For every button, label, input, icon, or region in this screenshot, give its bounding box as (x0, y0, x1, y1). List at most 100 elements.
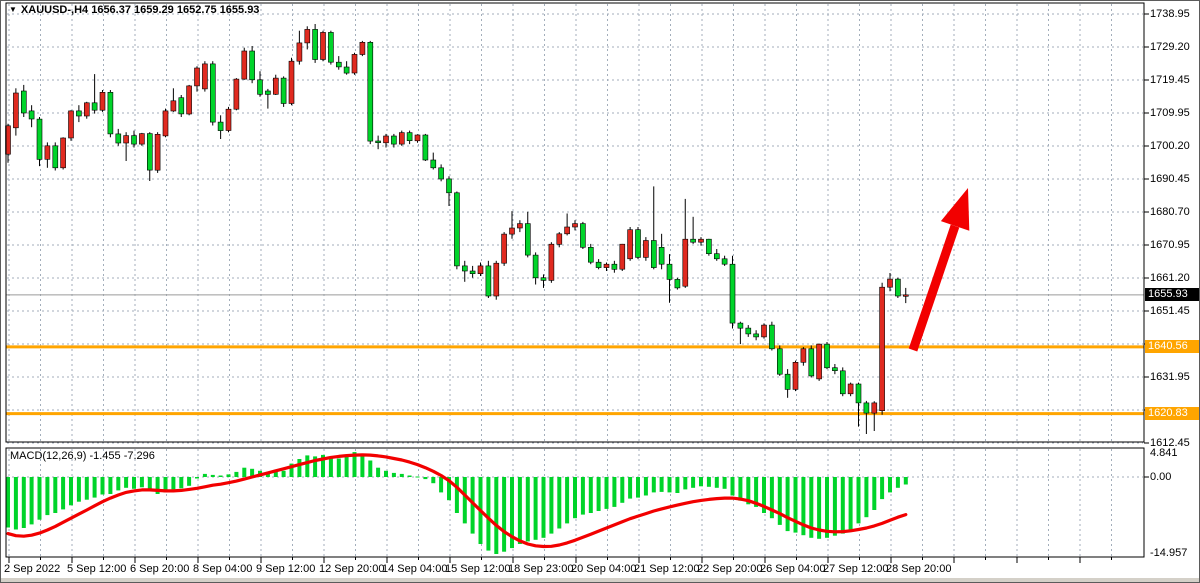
macd-bar (195, 477, 199, 479)
macd-bar (242, 468, 246, 477)
macd-bar (825, 477, 829, 538)
macd-bar (14, 477, 18, 530)
macd-bar (179, 477, 183, 488)
candle (187, 86, 192, 114)
symbol-ohlc-text: XAUUSD-,H4 1656.37 1659.29 1652.75 1655.… (21, 4, 260, 16)
level-price-badge: 1640.56 (1145, 340, 1200, 353)
macd-bar (549, 477, 553, 534)
window-bottom-strip (1, 578, 1199, 583)
macd-bar (38, 477, 42, 520)
candle (108, 92, 113, 134)
candles-layer (6, 24, 909, 434)
candle (502, 234, 507, 263)
candle (746, 328, 751, 334)
candle (573, 224, 578, 227)
candle (872, 403, 877, 413)
candle (699, 239, 704, 242)
symbol-dropdown-icon[interactable]: ▼ (9, 3, 17, 16)
macd-bar (463, 477, 467, 523)
candle (895, 279, 900, 296)
macd-bar (833, 477, 837, 536)
candle (250, 51, 255, 80)
price-tick-label: 1670.95 (1150, 239, 1200, 252)
macd-bar (864, 477, 868, 517)
macd-bar (573, 477, 577, 518)
candle (880, 287, 885, 411)
macd-bar (691, 477, 695, 488)
candle (643, 241, 648, 258)
time-tick-label: 21 Sep 12:00 (634, 563, 699, 576)
macd-bar (534, 477, 538, 540)
macd-bar (53, 477, 57, 513)
macd-bar (124, 477, 128, 488)
price-tick-label: 1729.20 (1150, 41, 1200, 54)
macd-bar (597, 477, 601, 511)
candle (210, 64, 215, 122)
candle (651, 241, 656, 268)
candle (61, 138, 66, 168)
candle (76, 111, 81, 116)
time-tick-label: 20 Sep 04:00 (571, 563, 636, 576)
candle (840, 371, 845, 394)
macd-bar (234, 472, 238, 477)
macd-bar (416, 477, 420, 478)
macd-bar (628, 477, 632, 499)
candle (604, 264, 609, 267)
macd-bar (108, 477, 112, 494)
macd-bar (93, 477, 97, 498)
candle (447, 179, 452, 193)
candle (344, 67, 349, 73)
candle (431, 160, 436, 168)
candle (888, 279, 893, 287)
candle (470, 271, 475, 274)
price-tick-label: 1651.45 (1150, 305, 1200, 318)
candle (667, 264, 672, 279)
macd-bar (723, 477, 727, 489)
candle (132, 136, 137, 145)
candle (817, 344, 822, 379)
candle (588, 247, 593, 262)
macd-bar (880, 477, 884, 499)
macd-bar (494, 477, 498, 554)
macd-bar (211, 475, 215, 477)
candle (21, 91, 26, 113)
current-price-badge: 1655.93 (1145, 288, 1200, 301)
candle (124, 136, 129, 143)
macd-bar (636, 477, 640, 498)
candle (13, 93, 18, 128)
candle (769, 325, 774, 349)
candle (415, 135, 420, 141)
time-tick-label: 14 Sep 04:00 (382, 563, 447, 576)
price-tick-label: 1719.45 (1150, 74, 1200, 87)
candle (29, 111, 34, 119)
time-tick-label: 26 Sep 04:00 (760, 563, 825, 576)
macd-bar (77, 477, 81, 502)
macd-bar (896, 477, 900, 488)
macd-bar (455, 477, 459, 513)
chart-canvas[interactable] (1, 1, 1200, 583)
macd-bar (140, 477, 144, 487)
candle (612, 264, 617, 269)
candle (478, 266, 483, 274)
candle (384, 136, 389, 143)
price-tick-label: 1738.95 (1150, 8, 1200, 21)
macd-bar (203, 474, 207, 477)
macd-bar (486, 477, 490, 551)
candle (53, 146, 58, 168)
candle (777, 349, 782, 374)
candle (793, 362, 798, 389)
candle (549, 244, 554, 280)
macd-layer (6, 452, 908, 554)
macd-bar (408, 476, 412, 478)
candle (147, 134, 152, 171)
macd-bar (423, 477, 427, 479)
macd-bar (794, 477, 798, 533)
candle (273, 78, 278, 94)
candle (683, 239, 688, 286)
macd-bar (45, 477, 49, 515)
macd-bar (101, 477, 105, 495)
macd-bar (392, 473, 396, 477)
macd-bar (841, 477, 845, 534)
macd-bar (6, 477, 10, 528)
price-tick-label: 1700.20 (1150, 140, 1200, 153)
